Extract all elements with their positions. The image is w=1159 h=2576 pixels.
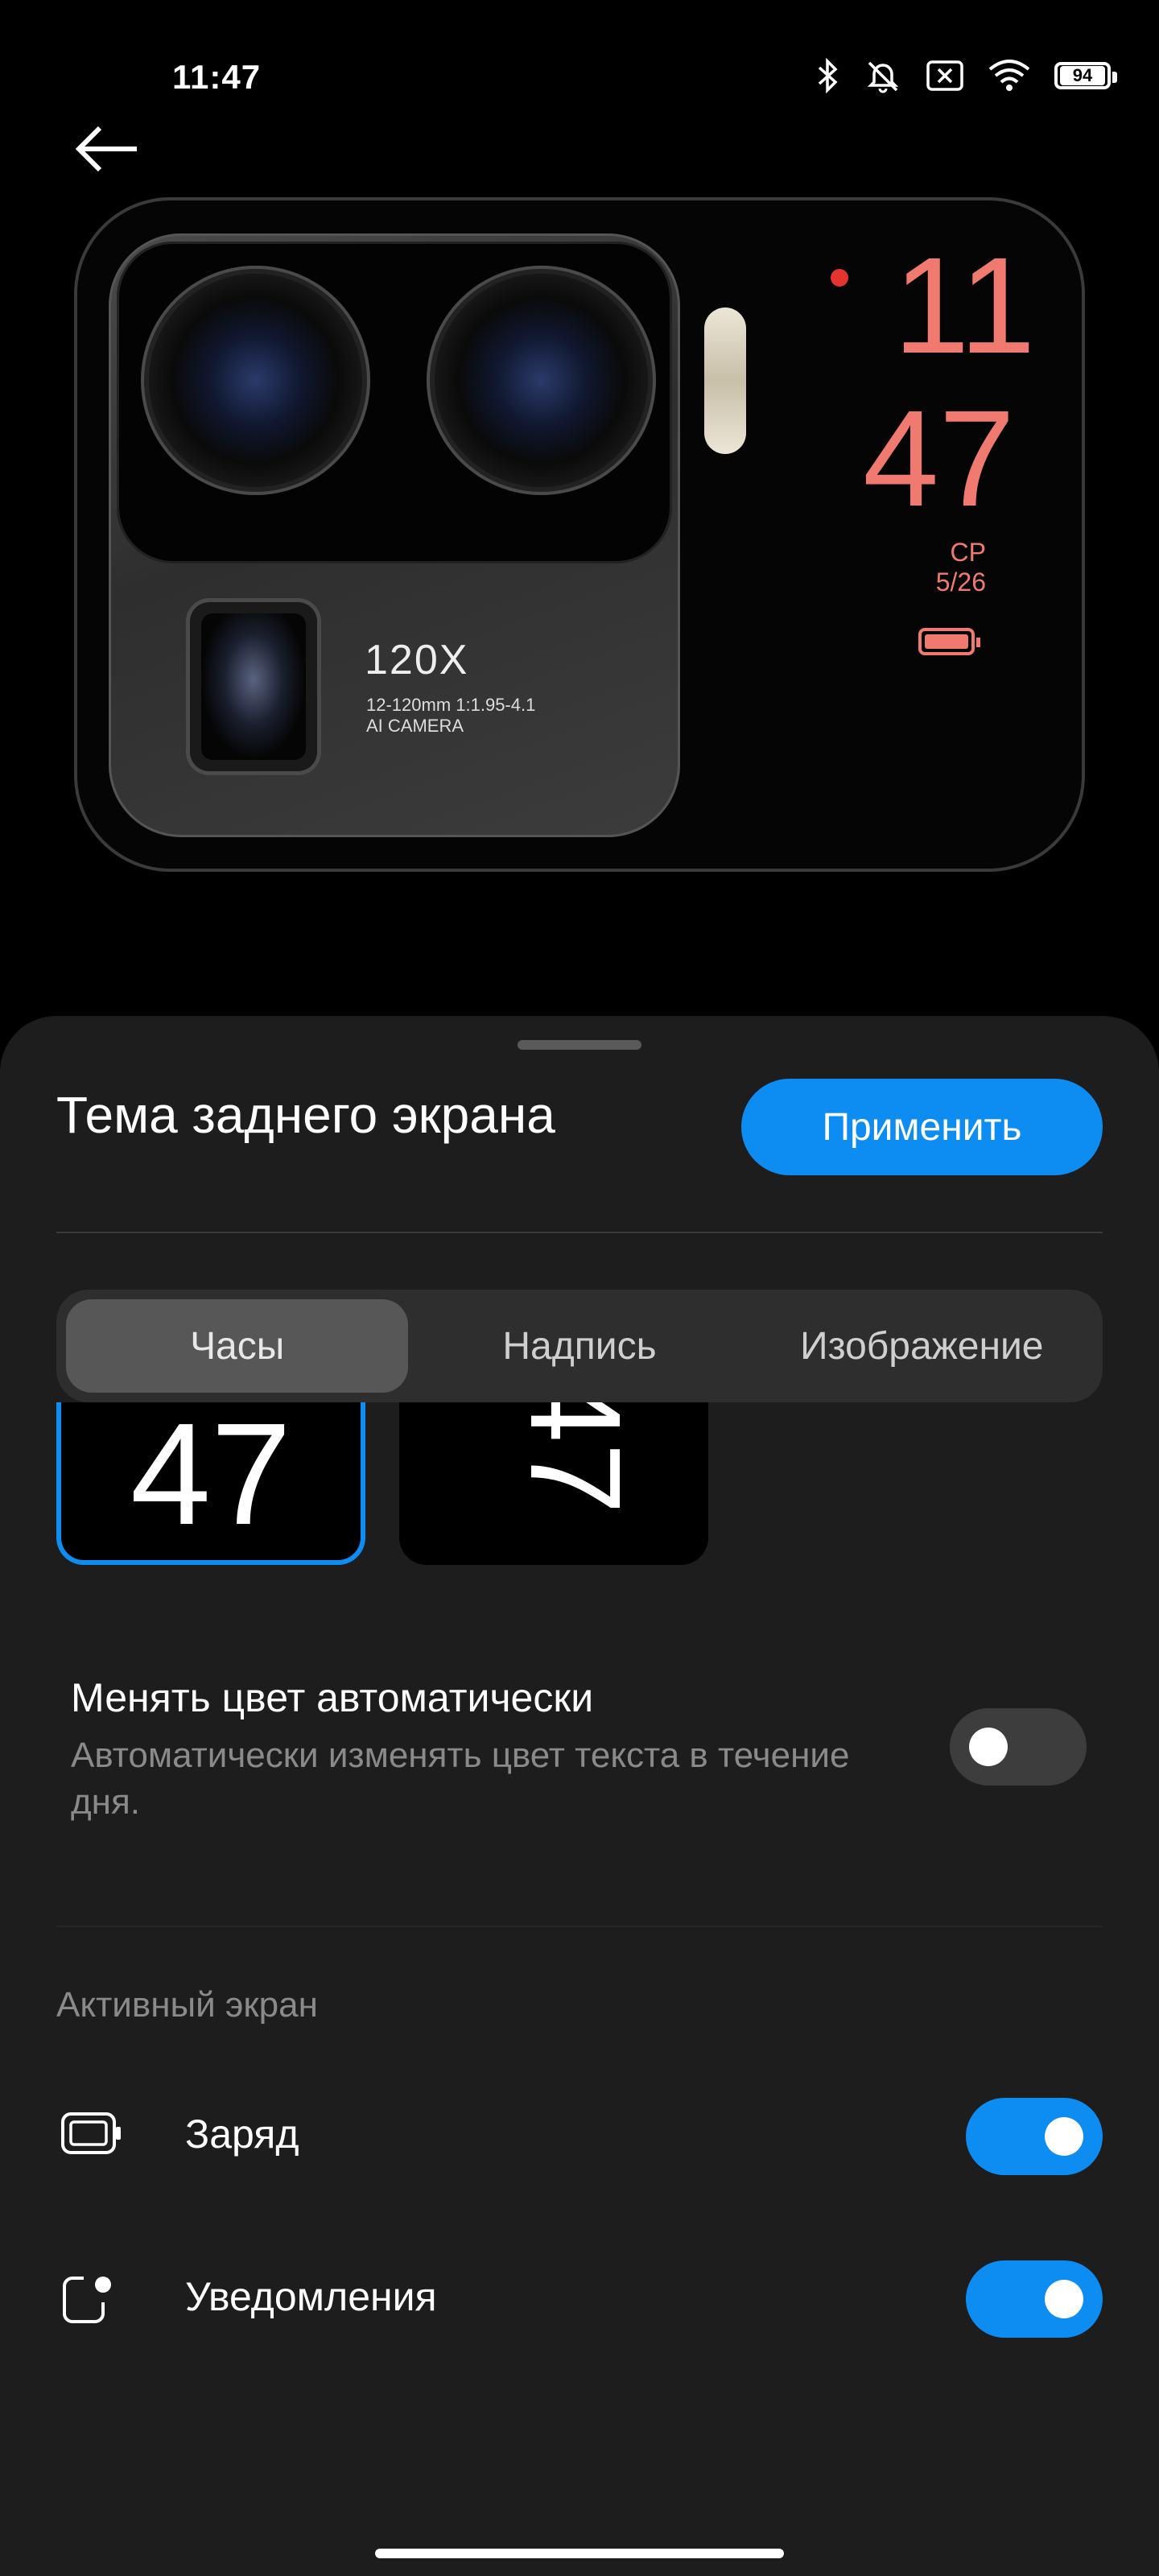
camera-spec-line2: AI CAMERA [366,716,464,736]
clock-indicator-dot [831,269,848,287]
thumbnail-number: 47 [503,1402,648,1514]
tab-clock[interactable]: Часы [66,1299,409,1393]
toggle-knob [1045,2280,1083,2318]
sheet-drag-handle[interactable] [518,1040,641,1050]
camera-lens-icon [435,274,648,487]
clock-battery-icon [918,628,980,655]
tab-caption[interactable]: Надпись [408,1299,750,1393]
clock-style-thumbnail-selected[interactable]: 47 [56,1402,365,1565]
camera-zoom-text: 120X [365,637,469,683]
camera-lens-icon [149,274,362,487]
clock-minute: 47 [863,382,1016,535]
periscope-lens-icon [190,602,317,771]
back-arrow-icon [75,126,137,172]
tab-image[interactable]: Изображение [751,1299,1093,1393]
bluetooth-icon [818,58,838,93]
notification-icon [60,2272,116,2332]
clock-hour: 11 [893,229,1036,382]
status-time: 11:47 [172,58,262,96]
thumbnail-number: 47 [130,1402,292,1555]
camera-spec-line1: 12-120mm 1:1.95-4.1 [366,695,536,715]
section-label-active-screen: Активный экран [56,1985,318,2025]
divider [56,1926,1103,1927]
auto-color-subtitle: Автоматически изменять цвет текста в теч… [71,1736,850,1822]
battery-outline-icon [60,2109,124,2161]
back-button[interactable] [72,121,145,177]
status-icons: 94 [816,58,1117,93]
battery-icon: 94 [1054,62,1117,89]
divider [56,1232,1103,1233]
auto-color-toggle[interactable] [950,1708,1087,1785]
page-title: Тема заднего экрана [56,1086,555,1144]
clock-date: 5/26 [935,568,986,597]
charge-label: Заряд [185,2112,299,2157]
camera-spec-text: 12-120mm 1:1.95-4.1 AI CAMERA [366,695,535,737]
auto-color-title: Менять цвет автоматически [71,1675,594,1720]
no-sim-icon [926,60,963,91]
status-bar: 11:47 94 [0,0,1159,121]
wifi-icon [988,60,1030,91]
mute-icon [867,61,899,93]
battery-level: 94 [1060,65,1105,85]
clock-day: СР [950,538,986,567]
toggle-knob [969,1728,1008,1766]
clock-style-thumbnail[interactable]: 47 [399,1402,708,1565]
tab-bar: Часы Надпись Изображение [56,1290,1103,1402]
gesture-nav-bar[interactable] [375,2549,784,2558]
toggle-knob [1045,2117,1083,2156]
apply-button[interactable]: Применить [741,1079,1103,1175]
notifications-label: Уведомления [185,2274,437,2319]
flash-icon [704,308,746,454]
charge-toggle[interactable] [966,2098,1103,2175]
notifications-toggle[interactable] [966,2260,1103,2338]
